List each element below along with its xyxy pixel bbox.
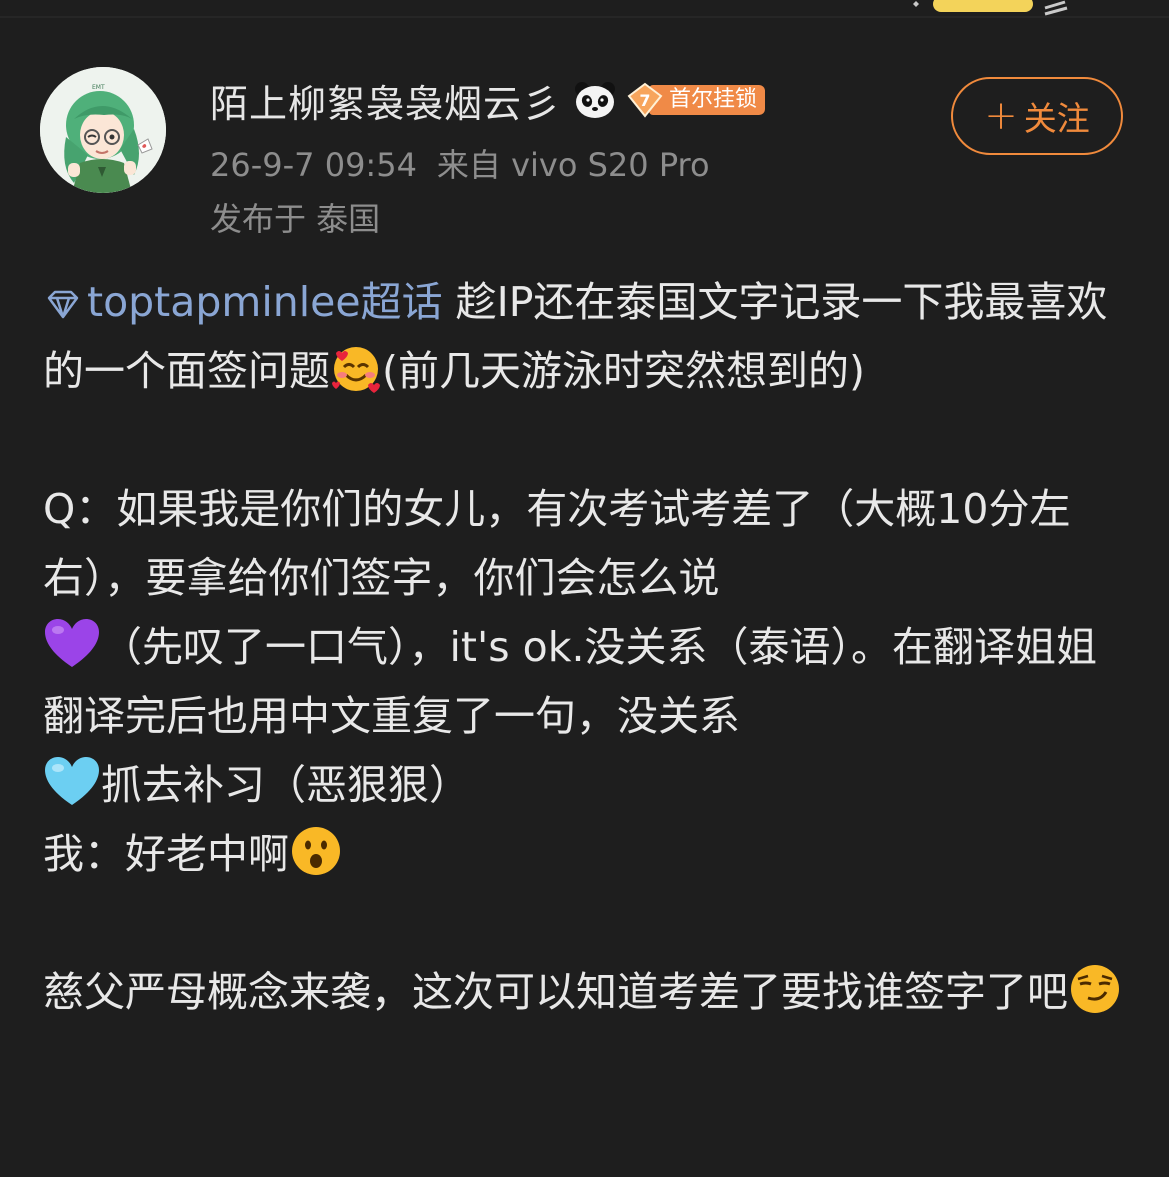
topic-name: toptapminlee超话 [87,278,443,326]
topic-link[interactable]: toptapminlee超话 [43,278,443,326]
fan-badge-level: 7 [639,91,650,110]
username[interactable]: 陌上柳絮袅袅烟云彡 [210,73,561,128]
post-body: toptapminlee超话 趁IP还在泰国文字记录一下我最喜欢的一个面签问题(… [43,268,1128,1027]
plus-icon: + [984,93,1018,139]
smirking-face-emoji [1071,965,1119,1013]
supertopic-diamond-icon [47,290,79,319]
fan-badge-label: 首尔挂锁 [649,85,766,115]
post-question: Q：如果我是你们的女儿，有次考试考差了（大概10分左右），要拿给你们签字，你们会… [43,485,1071,602]
smiling-face-with-hearts-emoji [332,347,380,393]
post-my-reply-text: 我：好老中啊 [43,830,289,878]
post-blue-answer-text: 抓去补习（恶狠狠） [101,761,470,809]
surprised-face-emoji [292,827,340,875]
follow-button-label: 关注 [1023,99,1090,138]
post-datetime: 26-9-7 09:54 [210,146,417,184]
purple-heart-emoji [45,619,99,667]
fan-badge[interactable]: 7 首尔挂锁 [627,82,766,118]
top-divider [0,16,1169,18]
post-blue-answer: 抓去补习（恶狠狠） [43,751,1128,820]
post-meta: 26-9-7 09:54 来自 vivo S20 Pro [210,140,710,186]
svg-text:EMT: EMT [92,84,105,91]
fan-level-diamond-icon: 7 [627,82,663,118]
post-purple-answer: （先叹了一口气），it's ok.没关系（泰语）。在翻译姐姐翻译完后也用中文重复… [43,613,1128,751]
panda-badge-icon [575,82,616,118]
follow-button[interactable]: + 关注 [951,77,1123,155]
post-purple-answer-text: （先叹了一口气），it's ok.没关系（泰语）。在翻译姐姐翻译完后也用中文重复… [43,623,1097,740]
avatar[interactable]: EMT [40,67,166,193]
post-ending: 慈父严母概念来袭，这次可以知道考差了要找谁签字了吧 [43,958,1128,1027]
post-my-reply: 我：好老中啊 [43,820,1128,889]
light-blue-heart-emoji [45,757,99,805]
post-paragraph-1: toptapminlee超话 趁IP还在泰国文字记录一下我最喜欢的一个面签问题(… [43,268,1128,406]
post-location: 发布于 泰国 [210,200,381,238]
post-text-intro-tail: (前几天游泳时突然想到的) [382,347,865,395]
post-ending-text: 慈父严母概念来袭，这次可以知道考差了要找谁签字了吧 [43,968,1068,1016]
sparkle-decoration-icon [913,0,1068,16]
post-source[interactable]: 来自 vivo S20 Pro [437,146,710,184]
